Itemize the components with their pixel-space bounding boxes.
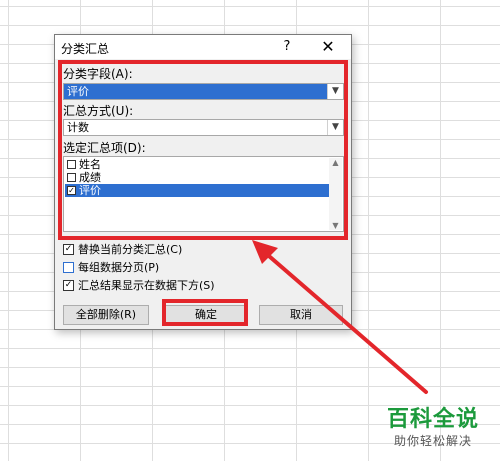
watermark-title: 百科全说 — [386, 407, 479, 432]
annotation-arrow — [252, 240, 428, 394]
watermark-subtitle: 助你轻松解决 — [393, 434, 472, 448]
arrow-shaft — [260, 248, 428, 394]
